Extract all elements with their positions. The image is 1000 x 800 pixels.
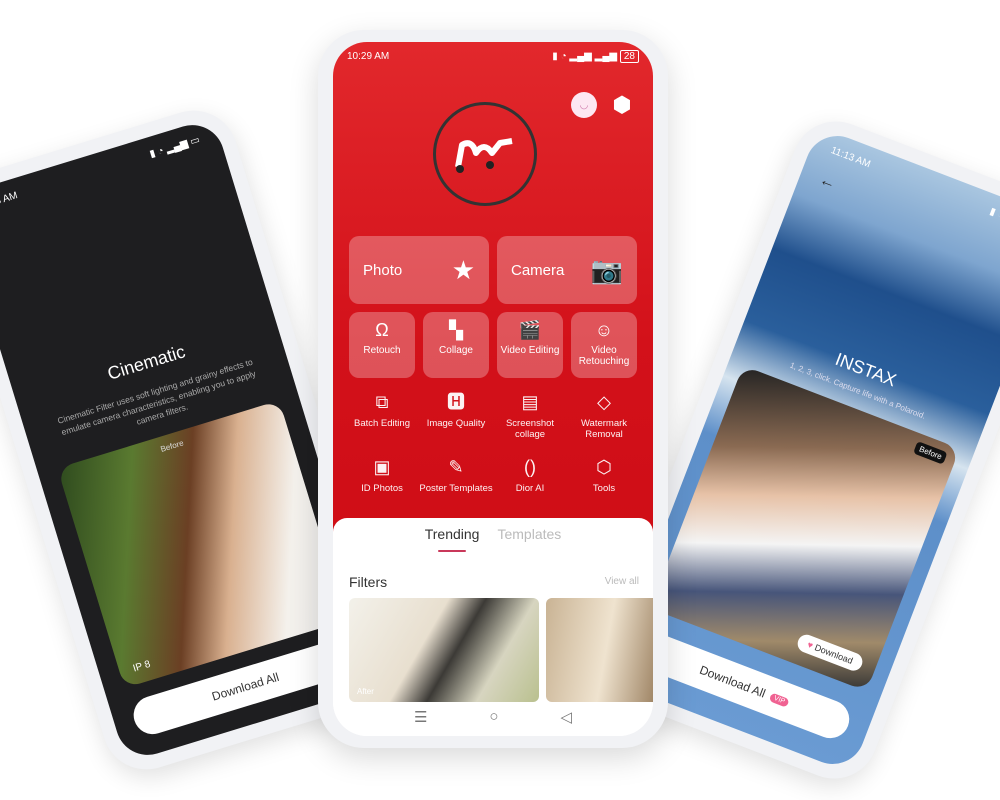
status-time: 11:13 AM — [0, 190, 19, 213]
tab-templates[interactable]: Templates — [497, 526, 561, 542]
preset-label: IP 8 — [131, 658, 152, 675]
status-icons: ▮ ◔ ▂▄▆ ▂▄▆ 28 — [552, 50, 639, 63]
status-icons: ▮ ◔ ▂▄▆ ▭ — [148, 134, 202, 161]
video-clapper-icon: 🎬 — [518, 320, 542, 340]
filter-after-label: After — [357, 687, 374, 696]
app-logo — [433, 102, 537, 206]
batch-editing-button[interactable]: ⧉ Batch Editing — [345, 392, 419, 429]
retouch-button[interactable]: Ω Retouch — [349, 312, 415, 378]
back-arrow-icon[interactable]: ← — [817, 171, 838, 194]
status-time: 11:13 AM — [829, 145, 872, 171]
poster-icon: ✎ — [448, 457, 464, 477]
batch-icon: ⧉ — [375, 392, 389, 412]
download-all-label: Download All — [697, 662, 768, 701]
home-screen: 10:29 AM ▮ ◔ ▂▄▆ ▂▄▆ 28 ◡ ⬢ Photo ★ Camera… — [333, 42, 653, 736]
filter-card[interactable] — [546, 598, 653, 702]
view-all-link[interactable]: View all — [605, 576, 639, 587]
download-label: Download — [813, 642, 855, 666]
watermark-removal-button[interactable]: ◇ Watermark Removal — [567, 392, 641, 440]
status-icons: ▮ ◔ ▂▄▆ ▭ — [988, 206, 1000, 235]
menu-icon[interactable]: ☰ — [414, 708, 427, 726]
before-label: Before — [913, 441, 948, 465]
id-photos-button[interactable]: ▣ ID Photos — [345, 457, 419, 494]
photo-button[interactable]: Photo ★ — [349, 236, 489, 304]
header-area: 10:29 AM ▮ ◔ ▂▄▆ ▂▄▆ 28 ◡ ⬢ Photo ★ Camera… — [333, 42, 653, 542]
box-icon: ⬡ — [596, 457, 612, 477]
id-photo-icon: ▣ — [373, 457, 391, 477]
section-title: Filters — [349, 574, 388, 590]
camera-button[interactable]: Camera 📷 — [497, 236, 637, 304]
center-phone: 10:29 AM ▮ ◔ ▂▄▆ ▂▄▆ 28 ◡ ⬢ Photo ★ Camera… — [318, 30, 668, 748]
photo-label: Photo — [363, 261, 403, 279]
magic-wand-icon: ★ — [451, 254, 475, 285]
tools-button[interactable]: ⬡ Tools — [567, 457, 641, 494]
camera-label: Camera — [511, 261, 565, 279]
profile-icon[interactable]: ◡ — [571, 92, 597, 118]
video-retouch-icon: ☺ — [594, 320, 614, 340]
dior-icon: () — [524, 457, 536, 477]
eraser-icon: ◇ — [597, 392, 611, 412]
screenshot-icon: ▤ — [521, 392, 539, 412]
content-panel: Trending Templates Filters View all Afte… — [333, 518, 653, 736]
back-triangle-icon[interactable]: ◁ — [560, 708, 572, 726]
filter-card[interactable]: After — [349, 598, 539, 702]
vip-badge: VIP — [768, 692, 791, 708]
screenshot-collage-button[interactable]: ▤ Screenshot collage — [493, 392, 567, 440]
before-after-photo[interactable]: Before IP 8 — [57, 400, 347, 689]
video-retouching-button[interactable]: ☺ Video Retouching — [571, 312, 637, 378]
status-time: 10:29 AM — [347, 51, 390, 62]
retouch-icon: Ω — [375, 320, 389, 340]
before-label: Before — [159, 438, 185, 454]
hd-icon: 🅷 — [447, 392, 465, 412]
download-all-label: Download All — [210, 669, 281, 704]
collage-button[interactable]: ▚ Collage — [423, 312, 489, 378]
settings-hex-icon[interactable]: ⬢ — [609, 92, 635, 118]
logo-mark-icon — [455, 138, 513, 173]
battery-level: 28 — [619, 50, 639, 63]
dior-ai-button[interactable]: () Dior AI — [493, 457, 567, 494]
video-editing-button[interactable]: 🎬 Video Editing — [497, 312, 563, 378]
camera-icon: 📷 — [590, 254, 623, 285]
collage-icon: ▚ — [449, 320, 463, 340]
download-button[interactable]: ♥ Download — [795, 632, 866, 674]
poster-templates-button[interactable]: ✎ Poster Templates — [419, 457, 493, 494]
back-arrow-icon[interactable]: ← — [0, 226, 5, 248]
image-quality-button[interactable]: 🅷 Image Quality — [419, 392, 493, 429]
tab-trending[interactable]: Trending — [425, 526, 479, 552]
home-circle-icon[interactable]: ○ — [489, 708, 498, 726]
system-nav-bar: ☰ ○ ◁ — [333, 708, 653, 726]
